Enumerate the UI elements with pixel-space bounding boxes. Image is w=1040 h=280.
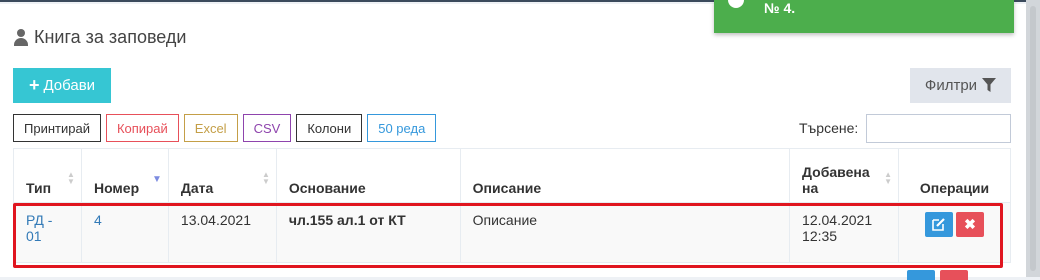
search-label: Търсене:: [799, 120, 859, 136]
column-header-date[interactable]: Дата ▲ ▼: [167, 148, 277, 203]
orders-table: Тип ▲ ▼ Номер ▼ Дата ▲ ▼ Основание Описание Д…: [13, 148, 1011, 263]
delete-button[interactable]: ✖: [956, 212, 984, 237]
scrollbar[interactable]: [1026, 0, 1040, 277]
column-header-added[interactable]: Добавена на ▲ ▼: [789, 148, 900, 203]
filter-button[interactable]: Филтри: [910, 68, 1011, 103]
close-icon: ✖: [964, 216, 976, 232]
sort-icon: ▲ ▼: [884, 170, 893, 186]
user-icon: [12, 28, 30, 46]
number-link[interactable]: 4: [94, 212, 102, 228]
cell-description: Описание: [459, 202, 791, 263]
edit-icon: [932, 218, 945, 231]
cell-date: 13.04.2021: [167, 202, 277, 263]
plus-icon: +: [28, 75, 40, 95]
excel-button[interactable]: Excel: [183, 114, 238, 142]
cell-operations: ✖: [898, 202, 1011, 263]
check-icon: [728, 0, 744, 8]
search-input[interactable]: [866, 114, 1011, 143]
type-link[interactable]: РД - 01: [26, 212, 52, 244]
column-header-type[interactable]: Тип ▲ ▼: [13, 148, 82, 203]
page-title: Книга за заповеди: [12, 26, 186, 48]
column-header-basis: Основание: [275, 148, 461, 203]
sort-icon: ▲ ▼: [67, 170, 75, 186]
copy-button[interactable]: Копирай: [105, 114, 179, 142]
sort-icon: ▲ ▼: [261, 170, 270, 186]
column-header-number[interactable]: Номер ▼: [80, 148, 169, 203]
edit-button[interactable]: [907, 270, 935, 280]
edit-button[interactable]: [925, 212, 953, 237]
page-title-text: Книга за заповеди: [34, 26, 187, 47]
csv-button[interactable]: CSV: [242, 114, 292, 142]
cell-added: 12.04.2021 12:35: [789, 202, 900, 263]
cell-number[interactable]: 4: [80, 202, 169, 263]
scrollbar-thumb[interactable]: [1030, 6, 1036, 271]
column-header-description: Описание: [459, 148, 791, 203]
notification-text: № 4.: [764, 0, 796, 16]
table-row: РД - 01 4 13.04.2021 чл.155 ал.1 от КТ О…: [13, 202, 1011, 263]
add-button[interactable]: + Добави: [13, 68, 111, 103]
cell-basis: чл.155 ал.1 от КТ: [275, 202, 461, 263]
page-length-button[interactable]: 50 реда: [367, 114, 437, 142]
columns-button[interactable]: Колони: [296, 114, 363, 142]
sort-desc-icon: ▼: [152, 174, 162, 185]
add-button-label: Добави: [43, 77, 96, 94]
filter-icon: [982, 78, 997, 92]
filter-button-label: Филтри: [924, 77, 978, 94]
delete-button[interactable]: [940, 270, 968, 280]
column-header-operations: Операции: [898, 148, 1011, 203]
notification-toast[interactable]: № 4.: [714, 0, 1014, 33]
cell-type[interactable]: РД - 01: [13, 202, 82, 263]
print-button[interactable]: Принтирай: [13, 114, 101, 142]
export-toolbar: Принтирай Копирай Excel CSV Колони 50 ре…: [13, 114, 437, 142]
